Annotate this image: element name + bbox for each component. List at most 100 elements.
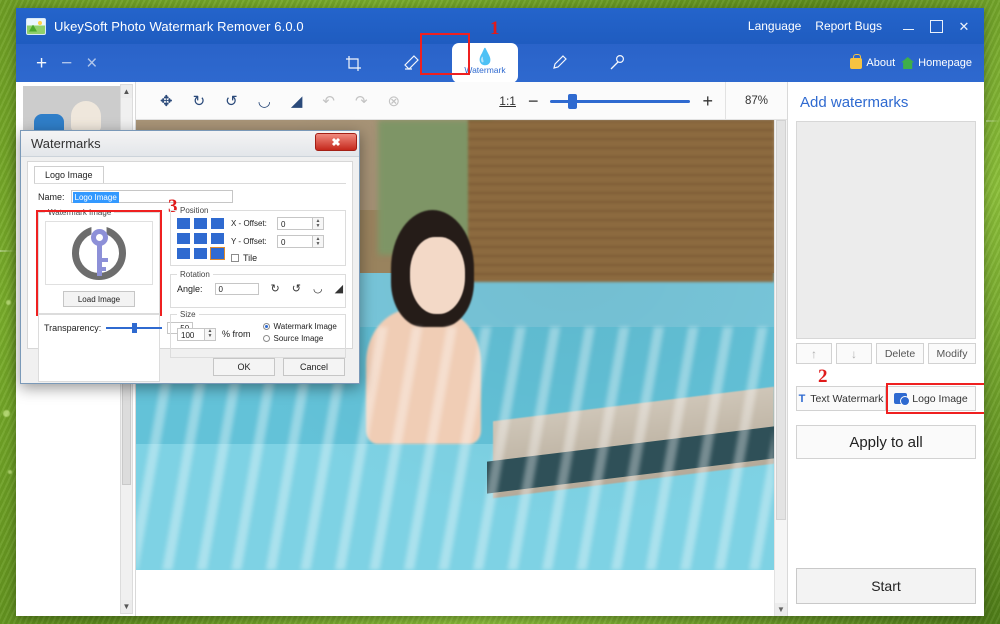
wallpaper-highlight (6, 300, 11, 305)
watermark-list[interactable] (796, 121, 976, 339)
angle-input[interactable]: 0 (215, 283, 259, 295)
homepage-button[interactable]: Homepage (901, 57, 972, 69)
position-cell-bottom-right-selected[interactable] (211, 248, 224, 259)
x-offset-label: X - Offset: (231, 219, 273, 228)
eraser-icon[interactable] (394, 48, 428, 78)
position-cell-middle-center[interactable] (194, 233, 207, 244)
key-in-ring-logo-icon (72, 226, 126, 280)
zoom-out-button[interactable]: − (528, 92, 539, 110)
tab-logo-image[interactable]: Logo Image (34, 166, 104, 183)
report-bugs-menu[interactable]: Report Bugs (815, 19, 882, 33)
name-input-value: Logo Image (73, 192, 119, 203)
canvas-scroll-down-icon[interactable]: ▼ (775, 603, 787, 616)
x-offset-spinner[interactable]: ▲▼ (313, 217, 324, 230)
transparency-slider[interactable] (106, 327, 162, 329)
size-spinner[interactable]: ▲▼ (205, 328, 216, 341)
canvas-scrollbar[interactable]: ▼ (774, 120, 787, 616)
move-down-button[interactable]: ↓ (836, 343, 872, 364)
language-menu[interactable]: Language (748, 19, 801, 33)
flip-horizontal-tool-icon[interactable]: ◡ (258, 92, 271, 110)
scroll-down-icon[interactable]: ▼ (121, 600, 132, 613)
start-button[interactable]: Start (796, 568, 976, 604)
tab-underline (34, 183, 346, 184)
wallpaper-streak (986, 120, 1000, 122)
watermark-image-preview[interactable] (45, 221, 153, 285)
move-tool-icon[interactable]: ✥ (160, 92, 173, 110)
text-watermark-button[interactable]: T Text Watermark (796, 386, 886, 411)
panel-title: Add watermarks (796, 82, 976, 121)
logo-image-label: Logo Image (912, 393, 967, 405)
size-input[interactable]: 100 (177, 328, 205, 341)
close-icon[interactable]: ✕ (956, 18, 972, 34)
transparency-slider-knob[interactable] (132, 323, 137, 333)
rotate-right-tool-icon[interactable]: ↻ (193, 92, 206, 110)
ok-button[interactable]: OK (213, 358, 275, 376)
zoom-slider-knob[interactable] (568, 94, 577, 109)
position-cell-top-left[interactable] (177, 218, 190, 229)
size-option-watermark-image[interactable]: Watermark Image (263, 322, 337, 331)
radio-watermark-image[interactable] (263, 323, 270, 330)
modify-button[interactable]: Modify (928, 343, 976, 364)
watermark-type-row: 2 T Text Watermark Logo Image (796, 386, 976, 411)
position-cell-bottom-center[interactable] (194, 248, 207, 259)
rotate-ccw-button[interactable]: ↺ (292, 282, 301, 295)
logo-image-icon (894, 393, 907, 404)
size-option-watermark-label: Watermark Image (274, 322, 337, 331)
position-cell-middle-right[interactable] (211, 233, 224, 244)
add-files-button[interactable]: + (36, 54, 47, 73)
y-offset-input[interactable]: 0 (277, 235, 313, 248)
text-watermark-label: Text Watermark (810, 393, 883, 405)
cancel-tool-icon[interactable]: ⊗ (388, 92, 401, 110)
position-cell-middle-left[interactable] (177, 233, 190, 244)
zoom-in-button[interactable]: + (702, 92, 713, 110)
zoom-slider[interactable] (550, 100, 690, 103)
dialog-close-button[interactable]: ✖ (315, 133, 357, 151)
position-group: Position X - Offset: 0 ▲▼ (170, 210, 346, 266)
wallpaper-highlight (3, 410, 10, 417)
load-image-button[interactable]: Load Image (63, 291, 135, 307)
redo-tool-icon[interactable]: ↷ (355, 92, 368, 110)
name-input[interactable]: Logo Image (71, 190, 233, 203)
size-option-source-image[interactable]: Source Image (263, 334, 337, 343)
position-cell-bottom-left[interactable] (177, 248, 190, 259)
rotate-left-tool-icon[interactable]: ↺ (225, 92, 238, 110)
actual-size-button[interactable]: 1:1 (499, 94, 516, 108)
position-cell-top-right[interactable] (211, 218, 224, 229)
text-watermark-icon: T (799, 393, 806, 405)
rotate-cw-button[interactable]: ↻ (271, 282, 280, 295)
minimize-icon[interactable] (900, 18, 916, 34)
clear-files-button[interactable]: × (86, 54, 97, 73)
cancel-button[interactable]: Cancel (283, 358, 345, 376)
radio-source-image[interactable] (263, 335, 270, 342)
position-grid[interactable] (177, 218, 224, 259)
lock-icon (850, 58, 862, 69)
title-bar: UkeySoft Photo Watermark Remover 6.0.0 L… (16, 8, 984, 44)
x-offset-input[interactable]: 0 (277, 217, 313, 230)
flip-vertical-button[interactable]: ◢ (335, 282, 343, 295)
crop-icon[interactable] (336, 48, 370, 78)
delete-button[interactable]: Delete (876, 343, 924, 364)
y-offset-spinner[interactable]: ▲▼ (313, 235, 324, 248)
name-label: Name: (38, 192, 65, 202)
maximize-icon[interactable] (928, 18, 944, 34)
scroll-up-icon[interactable]: ▲ (121, 85, 132, 98)
position-cell-top-center[interactable] (194, 218, 207, 229)
watermark-tab[interactable]: 💧 Watermark (452, 43, 518, 83)
flip-vertical-tool-icon[interactable]: ◢ (291, 92, 303, 110)
position-group-label: Position (177, 206, 211, 215)
apply-to-all-button[interactable]: Apply to all (796, 425, 976, 459)
canvas-scrollbar-thumb[interactable] (776, 120, 786, 520)
tile-checkbox[interactable] (231, 254, 239, 262)
remove-file-button[interactable]: − (61, 54, 72, 73)
logo-image-button[interactable]: Logo Image (886, 386, 976, 411)
move-up-button[interactable]: ↑ (796, 343, 832, 364)
size-group-label: Size (177, 310, 199, 319)
brush-icon[interactable] (542, 48, 576, 78)
about-button[interactable]: About (850, 57, 895, 69)
window-title: UkeySoft Photo Watermark Remover 6.0.0 (54, 19, 304, 34)
flip-horizontal-button[interactable]: ◡ (313, 282, 323, 295)
undo-tool-icon[interactable]: ↶ (322, 92, 335, 110)
offset-controls: X - Offset: 0 ▲▼ Y - Offset: 0 ▲▼ Tile (231, 217, 324, 263)
watermark-image-group-label: Watermark Image (45, 208, 114, 217)
magic-wand-icon[interactable] (600, 48, 634, 78)
